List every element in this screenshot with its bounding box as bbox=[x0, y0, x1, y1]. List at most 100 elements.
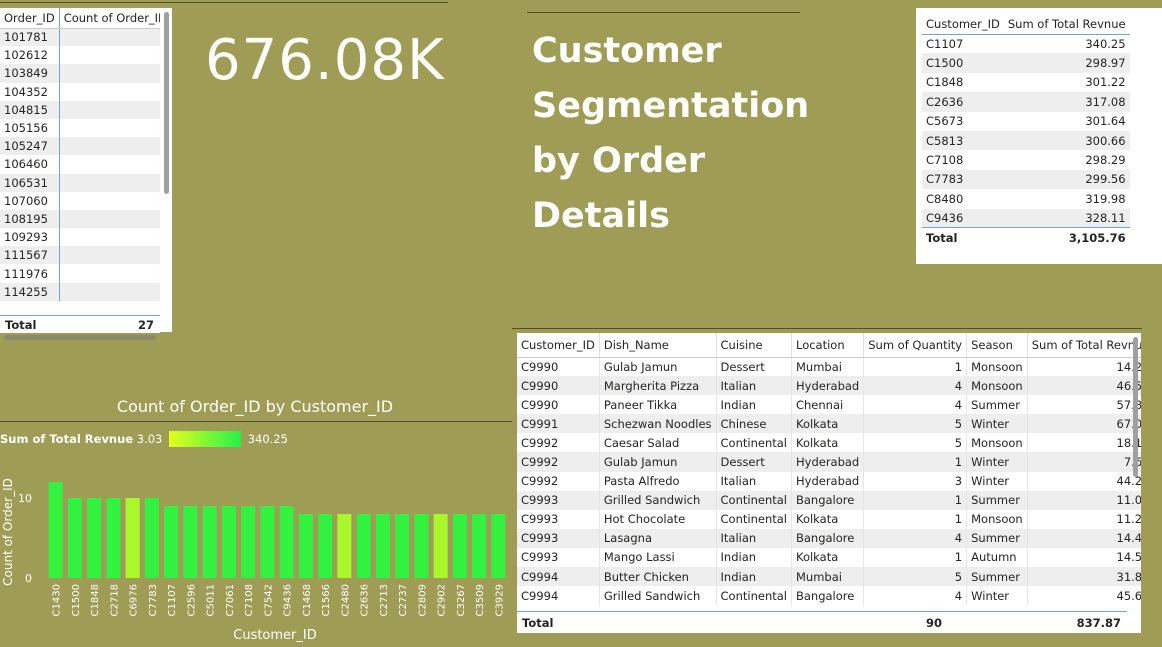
table-row[interactable]: C2636 317.08 bbox=[922, 92, 1130, 112]
count-cell: 1 bbox=[58, 264, 160, 283]
table-row[interactable]: C5813 300.66 bbox=[922, 130, 1130, 151]
table-row[interactable]: 1048151 bbox=[0, 100, 160, 119]
bar-c6976[interactable] bbox=[125, 498, 140, 578]
bar-c9436[interactable] bbox=[279, 506, 294, 578]
table-row[interactable]: C7108 298.29 bbox=[922, 150, 1130, 169]
table-row[interactable]: C9992 Caesar Salad Continental Kolkata 5 Mons… bbox=[517, 433, 1141, 453]
bar-c3929[interactable] bbox=[491, 514, 506, 578]
bar-c1500[interactable] bbox=[67, 498, 82, 578]
bar-c3509[interactable] bbox=[472, 514, 487, 578]
column-header-customer-id[interactable]: Customer_ID bbox=[922, 14, 1004, 35]
table-row[interactable]: C8480 319.98 bbox=[922, 189, 1130, 208]
table-row[interactable]: C9993 Mango Lassi Indian Kolkata 1 Autumn 14.5… bbox=[517, 547, 1141, 568]
table-row[interactable]: C9990Paneer TikkaIndianChennai4Summer57.… bbox=[517, 395, 1141, 415]
column-header-order-id[interactable]: Order_ID bbox=[0, 8, 60, 29]
table-row[interactable]: C9990Gulab JamunDessertMumbai1Monsoon14.… bbox=[517, 357, 1141, 377]
bar-c2480[interactable] bbox=[337, 514, 352, 578]
table-row[interactable]: 102612 1 bbox=[0, 46, 160, 65]
x-tick-label: C5011 bbox=[206, 584, 217, 616]
total-revenue: 3,105.76 bbox=[1003, 227, 1130, 248]
column-header-revenue[interactable]: Sum of Total Revnue bbox=[1003, 14, 1130, 35]
bar-c7061[interactable] bbox=[221, 506, 236, 578]
table-row[interactable]: 104352 1 bbox=[0, 82, 160, 101]
table-row[interactable]: 106460 1 bbox=[0, 155, 160, 174]
table-row[interactable]: 1017811 bbox=[0, 28, 160, 47]
horizontal-scrollbar[interactable] bbox=[4, 335, 156, 340]
bar-c2737[interactable] bbox=[395, 514, 410, 578]
column-header-season[interactable]: Season bbox=[966, 333, 1028, 358]
table-row[interactable]: C9990 Margherita Pizza Italian Hyderabad 4 Mo… bbox=[517, 376, 1141, 396]
table-row[interactable]: C9992 Pasta Alfredo Italian Hyderabad 3 Winte… bbox=[517, 471, 1141, 491]
column-header-quantity[interactable]: Sum of Quantity bbox=[863, 333, 968, 358]
table-row[interactable]: 1115671 bbox=[0, 246, 160, 265]
table-row[interactable]: C9994 Grilled Sandwich Continental Bangalor… bbox=[517, 586, 1141, 606]
table-row[interactable]: 1081951 bbox=[0, 209, 160, 229]
customer-id-cell: C9990 bbox=[517, 376, 600, 396]
table-row[interactable]: C9993 Hot Chocolate Continental Kolkata 1 Mon… bbox=[517, 509, 1141, 529]
bar-chart[interactable]: Count of Order_ID 0 10 C1430 C1500 C1848 C2718… bbox=[0, 455, 512, 647]
table-row[interactable]: C7783 299.56 bbox=[922, 169, 1130, 190]
bar-c1848[interactable] bbox=[87, 498, 102, 578]
bar-c2902[interactable] bbox=[433, 514, 448, 578]
table-row[interactable]: C9992Gulab JamunDessertHyderabad1Winter7… bbox=[517, 452, 1141, 472]
quantity-cell: 5 bbox=[863, 414, 968, 434]
legend-label: Sum of Total Revnue bbox=[0, 432, 134, 446]
table-row[interactable]: 105156 1 bbox=[0, 118, 160, 138]
column-header-location[interactable]: Location bbox=[791, 333, 865, 358]
location-cell: Bangalore bbox=[791, 490, 865, 510]
table-row[interactable]: C9991 Schezwan Noodles Chinese Kolkata 5 Wint… bbox=[517, 414, 1141, 434]
bar-c2809[interactable] bbox=[414, 514, 429, 578]
customer-id-cell: C9990 bbox=[517, 395, 600, 415]
bar-c1107[interactable] bbox=[164, 506, 179, 578]
table-row[interactable]: 1142551 bbox=[0, 282, 160, 301]
cuisine-cell: Continental bbox=[716, 509, 792, 529]
table-row[interactable]: C9993 Grilled Sandwich Continental Bangalor… bbox=[517, 490, 1141, 510]
bar-c3267[interactable] bbox=[452, 514, 467, 578]
customer-id-cell: C9992 bbox=[517, 452, 600, 472]
table-row[interactable]: 1038491 bbox=[0, 64, 160, 83]
location-cell: Mumbai bbox=[791, 357, 865, 377]
vertical-scrollbar[interactable] bbox=[164, 12, 169, 194]
column-header-dish-name[interactable]: Dish_Name bbox=[599, 333, 717, 358]
bar-c1430[interactable] bbox=[48, 482, 63, 578]
customer-revenue-table[interactable]: Customer_ID Sum of Total Revnue C1107 340… bbox=[916, 8, 1162, 264]
table-row[interactable]: C1848 301.22 bbox=[922, 73, 1130, 92]
location-cell: Hyderabad bbox=[791, 376, 865, 396]
bar-c2718[interactable] bbox=[106, 498, 121, 578]
column-header-count[interactable]: Count of Order_ID bbox=[58, 8, 160, 29]
table-row[interactable]: 1065311 bbox=[0, 173, 160, 192]
title-line: Customer bbox=[532, 31, 722, 71]
table-row[interactable]: C1107 340.25 bbox=[922, 34, 1130, 53]
table-row[interactable]: C1500 298.97 bbox=[922, 53, 1130, 73]
customer-id-cell: C9993 bbox=[517, 547, 600, 568]
bar-c2713[interactable] bbox=[375, 514, 390, 578]
bar-c7783[interactable] bbox=[144, 498, 159, 578]
total-revenue-kpi: 676.08K bbox=[205, 28, 445, 93]
quantity-cell: 5 bbox=[863, 433, 968, 453]
bar-c5011[interactable] bbox=[202, 506, 217, 578]
quantity-cell: 1 bbox=[863, 357, 968, 377]
column-header-customer-id[interactable]: Customer_ID bbox=[517, 333, 600, 358]
bar-c1468[interactable] bbox=[298, 514, 313, 578]
x-tick-label: C2737 bbox=[398, 584, 409, 616]
location-cell: Kolkata bbox=[791, 433, 865, 453]
table-row[interactable]: C5673 301.64 bbox=[922, 112, 1130, 131]
order-details-table[interactable]: Customer_ID Dish_Name Cuisine Location Sum o… bbox=[517, 333, 1141, 633]
bar-c7108[interactable] bbox=[241, 506, 256, 578]
order-count-table[interactable]: Order_ID Count of Order_ID 1017811102612… bbox=[0, 8, 172, 340]
bar-c1566[interactable] bbox=[318, 514, 333, 578]
column-header-revenue[interactable]: Sum of Total Revnue bbox=[1027, 333, 1141, 358]
revenue-cell: 57.84 bbox=[1027, 395, 1141, 415]
table-row[interactable]: C9993LasagnaItalianBangalore4Summer14.40 bbox=[517, 528, 1141, 548]
table-row[interactable]: 107060 1 bbox=[0, 191, 160, 210]
table-row[interactable]: C9994 Butter Chicken Indian Mumbai 5 Summer 31… bbox=[517, 567, 1141, 587]
vertical-scrollbar[interactable] bbox=[1133, 337, 1138, 477]
bar-c7542[interactable] bbox=[260, 506, 275, 578]
table-row[interactable]: C9436 328.11 bbox=[922, 208, 1130, 228]
bar-c2636[interactable] bbox=[356, 514, 371, 578]
table-row[interactable]: 1052471 bbox=[0, 137, 160, 156]
table-row[interactable]: 109293 1 bbox=[0, 228, 160, 247]
bar-c2596[interactable] bbox=[183, 506, 198, 578]
table-row[interactable]: 111976 1 bbox=[0, 264, 160, 283]
column-header-cuisine[interactable]: Cuisine bbox=[716, 333, 792, 358]
